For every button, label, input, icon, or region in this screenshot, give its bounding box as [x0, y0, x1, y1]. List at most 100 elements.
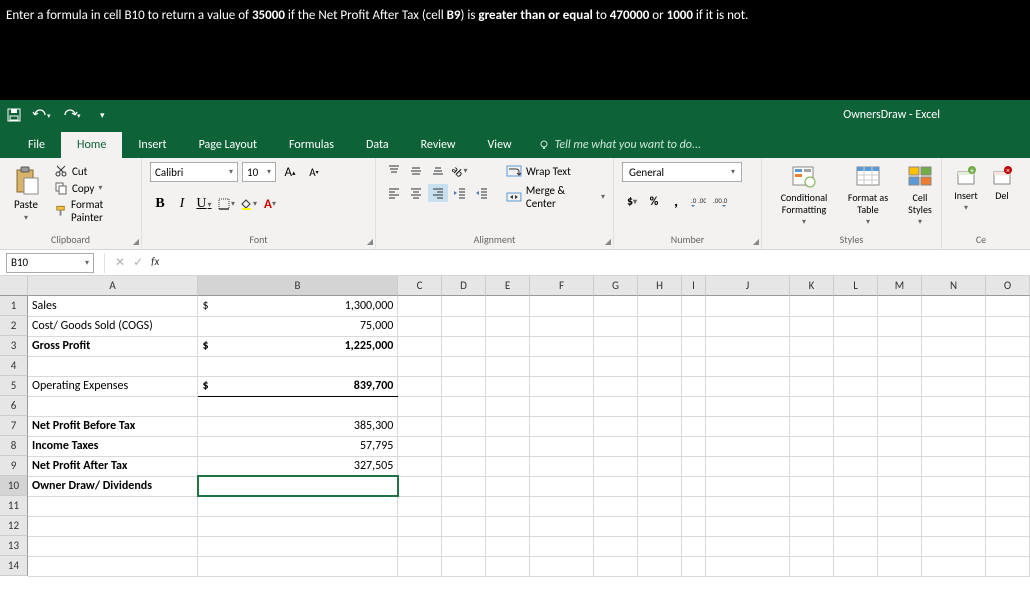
- tab-home[interactable]: Home: [61, 132, 122, 158]
- cell-H3[interactable]: [638, 336, 682, 356]
- cell-G12[interactable]: [594, 516, 638, 536]
- cell-C6[interactable]: [398, 396, 442, 416]
- cell-F7[interactable]: [530, 416, 594, 436]
- cell-M7[interactable]: [878, 416, 922, 436]
- cell-H8[interactable]: [638, 436, 682, 456]
- cell-A8[interactable]: Income Taxes: [28, 436, 198, 456]
- cell-A6[interactable]: [28, 396, 198, 416]
- column-header-N[interactable]: N: [922, 276, 986, 296]
- cell-K6[interactable]: [790, 396, 834, 416]
- cell-I14[interactable]: [682, 556, 706, 576]
- cell-I13[interactable]: [682, 536, 706, 556]
- cell-O14[interactable]: [985, 556, 1029, 576]
- cell-O12[interactable]: [985, 516, 1029, 536]
- cell-I10[interactable]: [682, 476, 706, 496]
- cell-M4[interactable]: [878, 356, 922, 376]
- qat-customize-icon[interactable]: ▾: [100, 110, 105, 121]
- align-middle-button[interactable]: [406, 162, 426, 180]
- column-header-M[interactable]: M: [878, 276, 922, 296]
- cell-B8[interactable]: 57,795: [198, 436, 398, 456]
- cell-M8[interactable]: [878, 436, 922, 456]
- cell-L11[interactable]: [834, 496, 878, 516]
- merge-center-button[interactable]: Merge & Center ▾: [506, 184, 605, 210]
- cell-M13[interactable]: [878, 536, 922, 556]
- cell-D11[interactable]: [442, 496, 486, 516]
- cell-K12[interactable]: [790, 516, 834, 536]
- tab-data[interactable]: Data: [350, 132, 405, 158]
- italic-button[interactable]: I: [172, 194, 192, 214]
- cell-F14[interactable]: [530, 556, 594, 576]
- font-size-select[interactable]: 10▾: [242, 162, 276, 182]
- cell-A9[interactable]: Net Profit After Tax: [28, 456, 198, 476]
- cell-L5[interactable]: [834, 376, 878, 396]
- cell-F11[interactable]: [530, 496, 594, 516]
- cell-O11[interactable]: [985, 496, 1029, 516]
- cell-J7[interactable]: [706, 416, 790, 436]
- font-launcher-icon[interactable]: ◢: [367, 237, 373, 247]
- cell-A1[interactable]: Sales: [28, 296, 198, 316]
- cell-B3[interactable]: 1,225,000: [198, 336, 398, 356]
- cell-A5[interactable]: Operating Expenses: [28, 376, 198, 396]
- cell-B6[interactable]: [198, 396, 398, 416]
- cell-F9[interactable]: [530, 456, 594, 476]
- column-header-K[interactable]: K: [790, 276, 834, 296]
- cell-E8[interactable]: [486, 436, 530, 456]
- cell-D8[interactable]: [442, 436, 486, 456]
- cell-G3[interactable]: [594, 336, 638, 356]
- cell-G14[interactable]: [594, 556, 638, 576]
- cell-O2[interactable]: [985, 316, 1029, 336]
- cell-N10[interactable]: [921, 476, 985, 496]
- cell-E2[interactable]: [486, 316, 530, 336]
- cell-K10[interactable]: [790, 476, 834, 496]
- cell-O9[interactable]: [985, 456, 1029, 476]
- column-header-I[interactable]: I: [682, 276, 706, 296]
- cell-O3[interactable]: [985, 336, 1029, 356]
- fill-color-button[interactable]: ▾: [238, 194, 258, 214]
- cell-B13[interactable]: [198, 536, 398, 556]
- cell-F13[interactable]: [530, 536, 594, 556]
- enter-formula-icon[interactable]: ✓: [133, 255, 143, 270]
- grid-body[interactable]: Sales1,300,000Cost/ Goods Sold (COGS)75,…: [28, 296, 1030, 577]
- cell-H7[interactable]: [638, 416, 682, 436]
- tab-review[interactable]: Review: [405, 132, 472, 158]
- cell-I1[interactable]: [682, 296, 706, 316]
- cell-G5[interactable]: [594, 376, 638, 396]
- cell-E10[interactable]: [486, 476, 530, 496]
- align-top-button[interactable]: [384, 162, 404, 180]
- cell-L7[interactable]: [834, 416, 878, 436]
- cell-A4[interactable]: [28, 356, 198, 376]
- tab-view[interactable]: View: [472, 132, 528, 158]
- row-header-13[interactable]: 13: [0, 536, 28, 556]
- cell-I7[interactable]: [682, 416, 706, 436]
- cell-I9[interactable]: [682, 456, 706, 476]
- cell-H9[interactable]: [638, 456, 682, 476]
- cell-C14[interactable]: [398, 556, 442, 576]
- cell-G13[interactable]: [594, 536, 638, 556]
- cell-F6[interactable]: [530, 396, 594, 416]
- cell-J3[interactable]: [706, 336, 790, 356]
- cell-L2[interactable]: [834, 316, 878, 336]
- cell-D9[interactable]: [442, 456, 486, 476]
- cell-F5[interactable]: [530, 376, 594, 396]
- cell-L12[interactable]: [834, 516, 878, 536]
- copy-button[interactable]: Copy ▾: [54, 181, 133, 195]
- cell-F8[interactable]: [530, 436, 594, 456]
- cancel-formula-icon[interactable]: ✕: [115, 255, 125, 270]
- cell-C11[interactable]: [398, 496, 442, 516]
- cell-C2[interactable]: [398, 316, 442, 336]
- cell-J11[interactable]: [706, 496, 790, 516]
- cell-K7[interactable]: [790, 416, 834, 436]
- cell-L10[interactable]: [834, 476, 878, 496]
- cell-B5[interactable]: 839,700: [198, 376, 398, 396]
- column-header-G[interactable]: G: [594, 276, 638, 296]
- wrap-text-button[interactable]: Wrap Text: [506, 164, 605, 178]
- cell-G11[interactable]: [594, 496, 638, 516]
- cell-K5[interactable]: [790, 376, 834, 396]
- cell-C3[interactable]: [398, 336, 442, 356]
- font-name-select[interactable]: Calibri▾: [150, 162, 238, 182]
- cell-J12[interactable]: [706, 516, 790, 536]
- accounting-format-button[interactable]: $ ▾: [622, 192, 642, 212]
- cell-A11[interactable]: [28, 496, 198, 516]
- cell-M14[interactable]: [878, 556, 922, 576]
- cell-F2[interactable]: [530, 316, 594, 336]
